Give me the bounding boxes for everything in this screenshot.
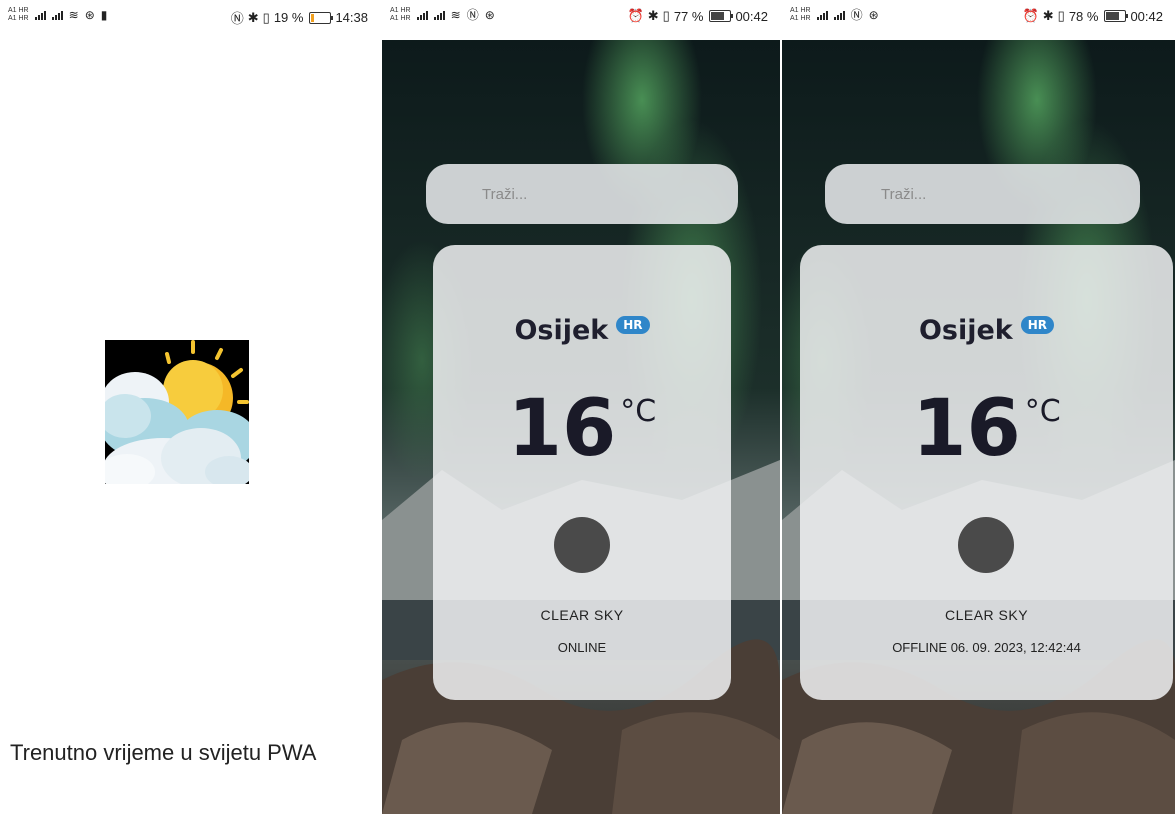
signal-icon <box>34 10 46 20</box>
wifi-icon: ≋ <box>450 8 461 22</box>
signal-icon <box>816 10 828 20</box>
battery-percent: 77 % <box>673 8 704 24</box>
nfc-icon: Ⓝ <box>466 8 479 22</box>
weather-description: CLEAR SKY <box>944 607 1029 623</box>
splash-caption: Trenutno vrijeme u svijetu PWA <box>10 740 317 765</box>
clock: 00:42 <box>735 8 768 24</box>
city-name: Osijek <box>514 315 609 346</box>
weather-card: Osijek HR 16 °C CLEAR SKY ONLINE <box>433 245 731 700</box>
country-badge: HR <box>616 315 650 334</box>
temperature-unit: °C <box>1024 394 1061 429</box>
connection-status: ONLINE <box>557 640 607 655</box>
clock: 00:42 <box>1130 8 1163 24</box>
vibrate-icon: ▯ <box>662 8 670 23</box>
weather-card: Osijek HR 16 °C CLEAR SKY OFFLINE 06. 09… <box>800 245 1173 700</box>
sun-behind-clouds-icon <box>105 340 249 484</box>
status-bar: A1 HR A1 HR Ⓝ ⊛ ⏰ ✱ ▯ 78 % 00:42 <box>782 0 1175 40</box>
vibrate-icon: ▯ <box>262 9 270 25</box>
temperature-value: 16 <box>912 384 1021 474</box>
carrier-label: A1 HR A1 HR <box>8 7 29 22</box>
nfc-icon: Ⓝ <box>230 11 244 26</box>
weather-description: CLEAR SKY <box>540 607 624 623</box>
battery-percent: 78 % <box>1068 8 1099 24</box>
carrier-label: A1 HR A1 HR <box>390 7 411 22</box>
vpn-icon: ⊛ <box>84 8 95 22</box>
weather-condition-icon <box>958 517 1014 573</box>
weather-screen-online: A1 HR A1 HR ≋ Ⓝ ⊛ ⏰ ✱ ▯ 77 % 00:42 Traži… <box>382 0 780 814</box>
battery-icon <box>1104 10 1129 22</box>
battery-icon <box>309 11 334 24</box>
signal-icon <box>833 10 845 20</box>
connection-status: OFFLINE 06. 09. 2023, 12:42:44 <box>892 640 1081 655</box>
notification-icon: ▮ <box>100 8 108 22</box>
bluetooth-icon: ✱ <box>247 9 259 25</box>
search-input[interactable]: Traži... <box>825 164 1140 224</box>
carrier-label: A1 HR A1 HR <box>790 7 811 22</box>
battery-icon <box>709 10 734 22</box>
bluetooth-icon: ✱ <box>1042 8 1054 23</box>
clock: 14:38 <box>335 10 368 25</box>
weather-screen-offline: A1 HR A1 HR Ⓝ ⊛ ⏰ ✱ ▯ 78 % 00:42 Traži..… <box>782 0 1175 814</box>
country-badge: HR <box>1020 315 1055 334</box>
bluetooth-icon: ✱ <box>647 8 659 23</box>
signal-icon <box>433 10 445 20</box>
vpn-icon: ⊛ <box>868 8 879 22</box>
splash-screen: A1 HR A1 HR ≋ ⊛ ▮ Ⓝ ✱ ▯ 19 % 14:38 Trenu… <box>0 0 380 814</box>
alarm-icon: ⏰ <box>627 8 644 23</box>
nfc-icon: Ⓝ <box>850 8 863 22</box>
weather-condition-icon <box>554 517 610 573</box>
alarm-icon: ⏰ <box>1022 8 1039 23</box>
signal-icon <box>416 10 428 20</box>
signal-icon <box>51 10 63 20</box>
battery-percent: 19 % <box>273 10 304 25</box>
search-input[interactable]: Traži... <box>426 164 738 224</box>
wifi-icon: ≋ <box>68 8 79 22</box>
vibrate-icon: ▯ <box>1057 8 1065 23</box>
temperature-value: 16 <box>507 384 617 474</box>
status-bar: A1 HR A1 HR ≋ Ⓝ ⊛ ⏰ ✱ ▯ 77 % 00:42 <box>382 0 780 40</box>
city-name: Osijek <box>918 315 1013 346</box>
vpn-icon: ⊛ <box>484 8 495 22</box>
status-bar: A1 HR A1 HR ≋ ⊛ ▮ Ⓝ ✱ ▯ 19 % 14:38 <box>0 0 380 40</box>
temperature-unit: °C <box>620 394 657 429</box>
